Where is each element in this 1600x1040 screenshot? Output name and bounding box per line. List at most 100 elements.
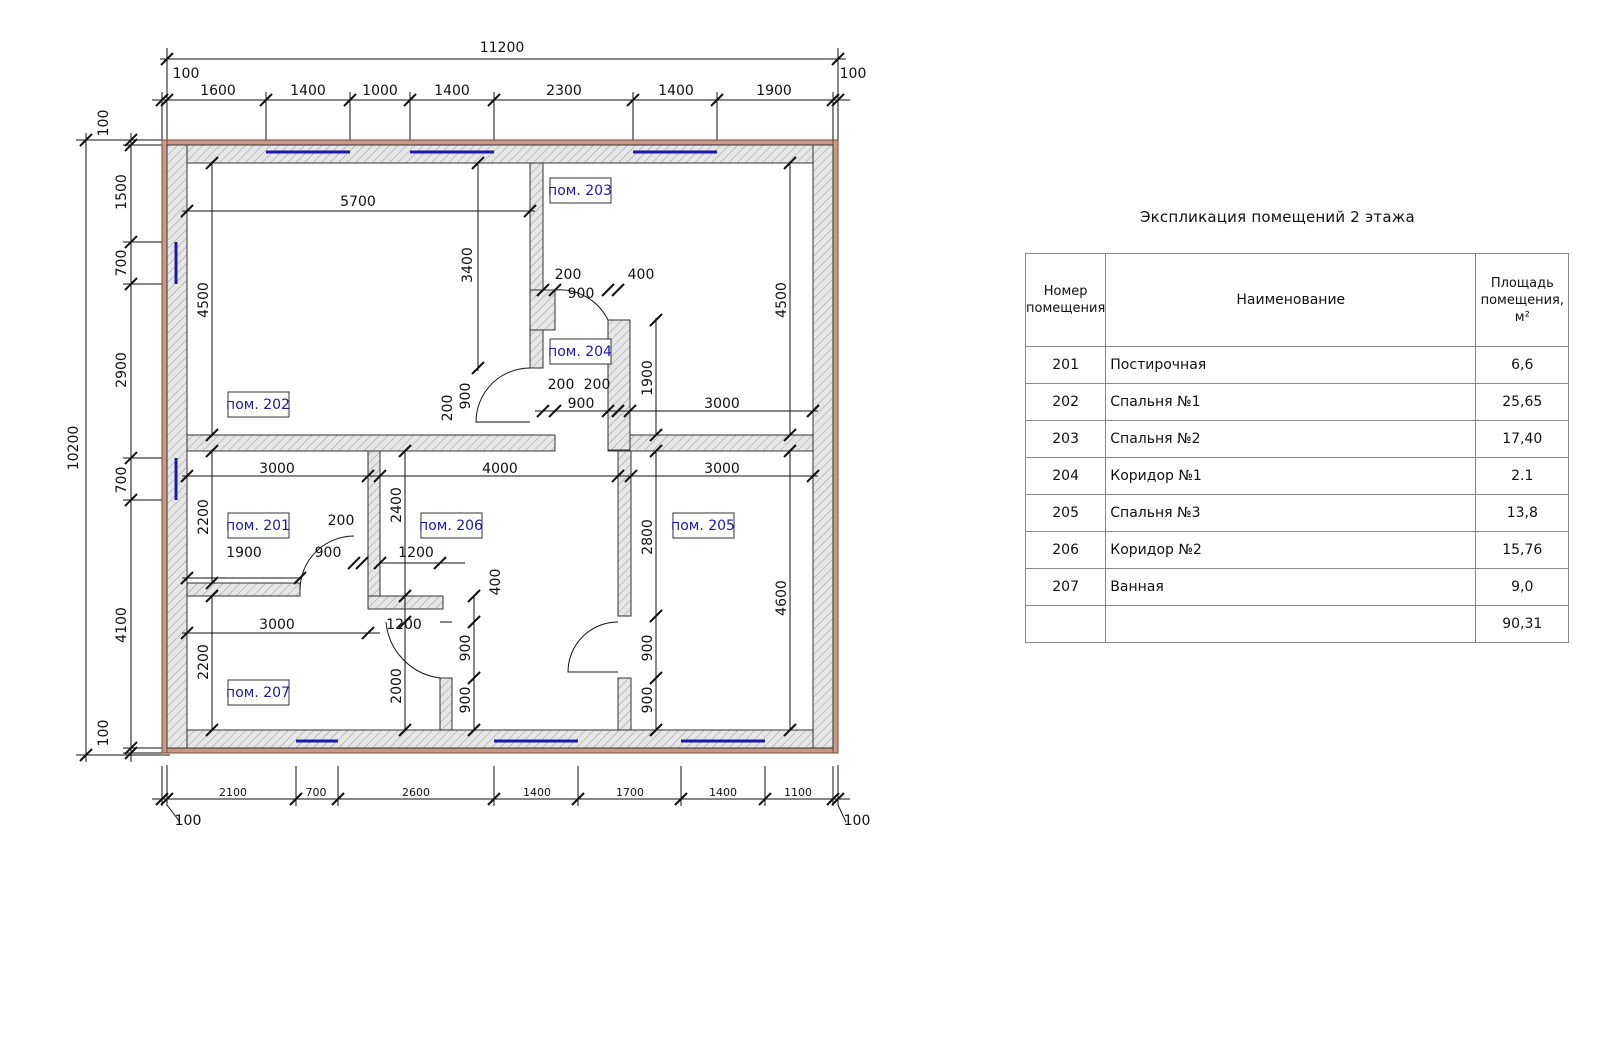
dim-2400: 2400 [389, 487, 405, 523]
floor-plan: 11200 10200 100 1600 1400 1000 1400 2300… [66, 40, 870, 829]
svg-text:пом. 202: пом. 202 [226, 397, 290, 413]
table-row: 205 Спальня №3 13,8 [1024, 494, 1570, 532]
dim-400-b: 400 [488, 569, 504, 596]
row-area: 13,8 [1475, 494, 1570, 532]
bottom-dimension-chain: 2100 700 2600 1400 1700 1400 1100 100 10… [152, 765, 870, 829]
row-name: Спальня №2 [1105, 420, 1477, 458]
dim-900-e: 900 [458, 635, 474, 662]
top-dim-7: 1900 [756, 83, 792, 99]
left-dim-3: 2900 [114, 352, 130, 388]
dim-2800: 2800 [640, 519, 656, 555]
total-area: 90,31 [1475, 605, 1570, 643]
svg-text:пом. 203: пом. 203 [548, 183, 612, 199]
row-area: 15,76 [1475, 531, 1570, 569]
left-dim-5: 4100 [114, 607, 130, 643]
room-label-204: пом. 204 [548, 338, 612, 365]
room-label-205: пом. 205 [671, 512, 735, 539]
row-name: Ванная [1105, 568, 1477, 606]
top-dim-1: 1600 [200, 83, 236, 99]
header-area: Площадь помещения, м² [1475, 253, 1570, 347]
table-row: 202 Спальня №1 25,65 [1024, 383, 1570, 421]
door-205 [567, 621, 619, 673]
dim-900-d: 900 [315, 545, 342, 561]
bottom-dim-5: 1400 [709, 786, 737, 799]
bottom-offset-right: 100 [844, 813, 871, 829]
row-number: 207 [1024, 568, 1107, 606]
dim-3000-c: 3000 [704, 461, 740, 477]
dim-2200-b: 2200 [196, 644, 212, 680]
row-number: 203 [1024, 420, 1107, 458]
bottom-offset-left: 100 [175, 813, 202, 829]
dim-200-d: 200 [440, 395, 456, 422]
row-area: 9,0 [1475, 568, 1570, 606]
door-202 [475, 367, 531, 423]
explication-title: Экспликация помещений 2 этажа [1140, 208, 1415, 226]
svg-text:пом. 204: пом. 204 [548, 344, 612, 360]
top-dimension-chain: 100 1600 1400 1000 1400 2300 1400 1900 1… [152, 66, 866, 140]
left-dim-1: 1500 [114, 174, 130, 210]
overall-width-label: 11200 [480, 40, 525, 56]
row-number [1024, 605, 1107, 643]
header-name: Наименование [1105, 253, 1477, 347]
dim-900-a: 900 [568, 286, 595, 302]
table-total-row: 90,31 [1024, 605, 1570, 643]
top-dim-6: 1400 [658, 83, 694, 99]
dim-900-f: 900 [458, 687, 474, 714]
room-label-202: пом. 202 [226, 391, 290, 418]
left-dim-6: 100 [96, 720, 112, 747]
dim-1900-b: 1900 [226, 545, 262, 561]
dim-900-c: 900 [458, 383, 474, 410]
room-label-207: пом. 207 [226, 679, 290, 706]
dim-3000-a: 3000 [704, 396, 740, 412]
row-area: 6,6 [1475, 346, 1570, 384]
top-dim-0: 100 [173, 66, 200, 82]
row-name: Коридор №2 [1105, 531, 1477, 569]
dim-4500-b: 4500 [774, 282, 790, 318]
row-name [1105, 605, 1477, 643]
bottom-dim-1: 700 [306, 786, 327, 799]
dimension-tick [611, 283, 625, 297]
table-row: 204 Коридор №1 2.1 [1024, 457, 1570, 495]
dim-4000: 4000 [482, 461, 518, 477]
interior-dimension-texts: 5700 3400 4500 4500 200 900 400 1900 200… [196, 194, 790, 713]
left-dim-2: 700 [114, 250, 130, 277]
explication-table: Номер помещения Наименование Площадь пом… [1024, 253, 1570, 643]
dim-900-b: 900 [568, 396, 595, 412]
row-name: Спальня №3 [1105, 494, 1477, 532]
bottom-dim-0: 2100 [219, 786, 247, 799]
bottom-dim-2: 2600 [402, 786, 430, 799]
top-dim-2: 1400 [290, 83, 326, 99]
dim-3000-b: 3000 [259, 461, 295, 477]
row-name: Коридор №1 [1105, 457, 1477, 495]
svg-text:пом. 206: пом. 206 [419, 518, 483, 534]
dim-200-b: 200 [548, 377, 575, 393]
dim-5700: 5700 [340, 194, 376, 210]
dim-400-a: 400 [628, 267, 655, 283]
svg-text:пом. 205: пом. 205 [671, 518, 735, 534]
row-area: 2.1 [1475, 457, 1570, 495]
dim-2000: 2000 [389, 668, 405, 704]
dim-200-a: 200 [555, 267, 582, 283]
row-number: 206 [1024, 531, 1107, 569]
table-row: 203 Спальня №2 17,40 [1024, 420, 1570, 458]
left-dim-4: 700 [114, 467, 130, 494]
dim-900-g: 900 [640, 635, 656, 662]
room-label-203: пом. 203 [548, 177, 612, 204]
explication-header-row: Номер помещения Наименование Площадь пом… [1024, 253, 1570, 347]
room-label-206: пом. 206 [419, 512, 483, 539]
dim-200-e: 200 [328, 513, 355, 529]
top-dim-4: 1400 [434, 83, 470, 99]
svg-text:пом. 207: пом. 207 [226, 685, 290, 701]
dim-2200-a: 2200 [196, 499, 212, 535]
dim-1900-a: 1900 [640, 360, 656, 396]
row-area: 17,40 [1475, 420, 1570, 458]
dim-1200-a: 1200 [398, 545, 434, 561]
row-number: 202 [1024, 383, 1107, 421]
dimension-tick [601, 283, 615, 297]
left-dimension-chain: 100 1500 700 2900 700 4100 100 [96, 110, 162, 762]
svg-text:пом. 201: пом. 201 [226, 518, 290, 534]
dim-4600: 4600 [774, 580, 790, 616]
row-number: 204 [1024, 457, 1107, 495]
row-number: 205 [1024, 494, 1107, 532]
bottom-dim-6: 1100 [784, 786, 812, 799]
